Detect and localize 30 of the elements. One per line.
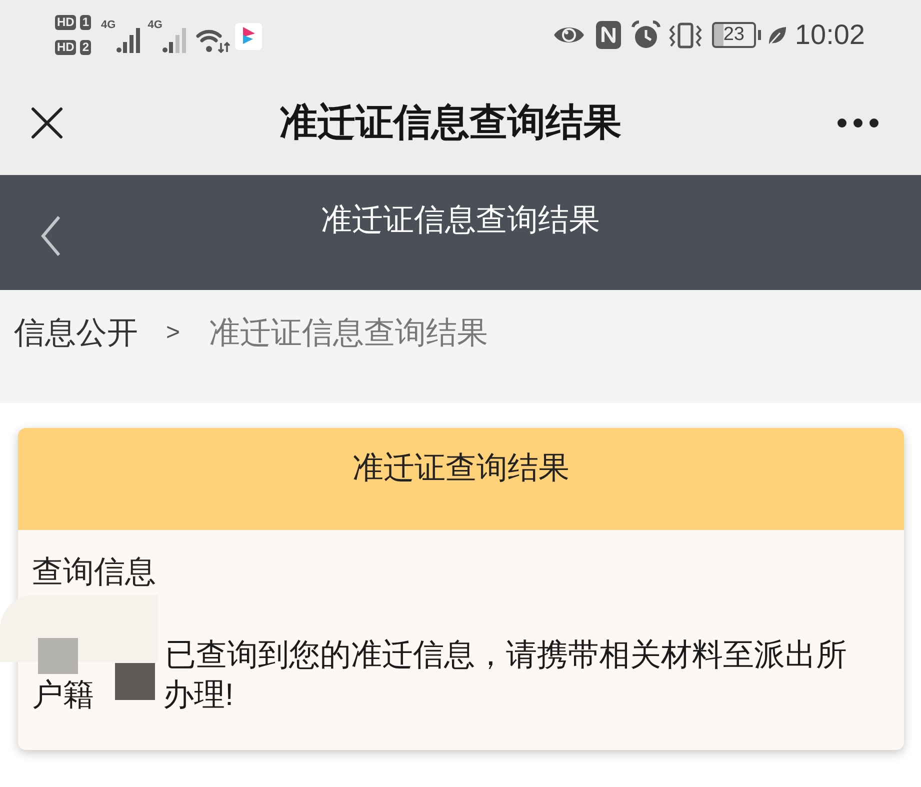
- header-title: 准迁证信息查询结果: [321, 202, 600, 237]
- clock-time: 10:02: [794, 19, 865, 51]
- section-title: 查询信息: [32, 554, 156, 589]
- nfc-icon: [596, 21, 621, 49]
- message-text: 已查询到您的准迁信息，请携带相关材料至派出所: [165, 636, 847, 674]
- leaf-icon: [766, 26, 787, 44]
- app-tile-icon: [235, 22, 262, 50]
- vibrate-icon: [668, 22, 702, 48]
- signal-icon: [116, 27, 140, 53]
- redaction-block: [38, 638, 78, 674]
- sim-slot-label: 2: [80, 40, 92, 55]
- breadcrumb-link[interactable]: 信息公开: [14, 313, 138, 353]
- network-type-label: 4G: [101, 19, 116, 31]
- signal-icon: [162, 27, 186, 53]
- card-title: 准迁证查询结果: [352, 450, 570, 485]
- close-icon[interactable]: [30, 106, 64, 140]
- redaction-block: [115, 663, 155, 700]
- hd-label: HD: [55, 15, 76, 30]
- network-type-label: 4G: [148, 19, 162, 31]
- breadcrumb-current: 准迁证信息查询结果: [209, 314, 488, 352]
- breadcrumb-separator: >: [166, 318, 180, 348]
- page-title: 准迁证信息查询结果: [280, 102, 622, 144]
- back-icon[interactable]: [40, 215, 62, 257]
- sim-slot-label: 1: [80, 15, 92, 30]
- alarm-clock-icon: [630, 20, 661, 50]
- hd-label: HD: [55, 40, 76, 55]
- message-text: 办理!: [163, 676, 234, 714]
- message-text: 户籍: [32, 676, 94, 714]
- more-icon[interactable]: [837, 118, 879, 128]
- battery-indicator: 23: [712, 22, 761, 48]
